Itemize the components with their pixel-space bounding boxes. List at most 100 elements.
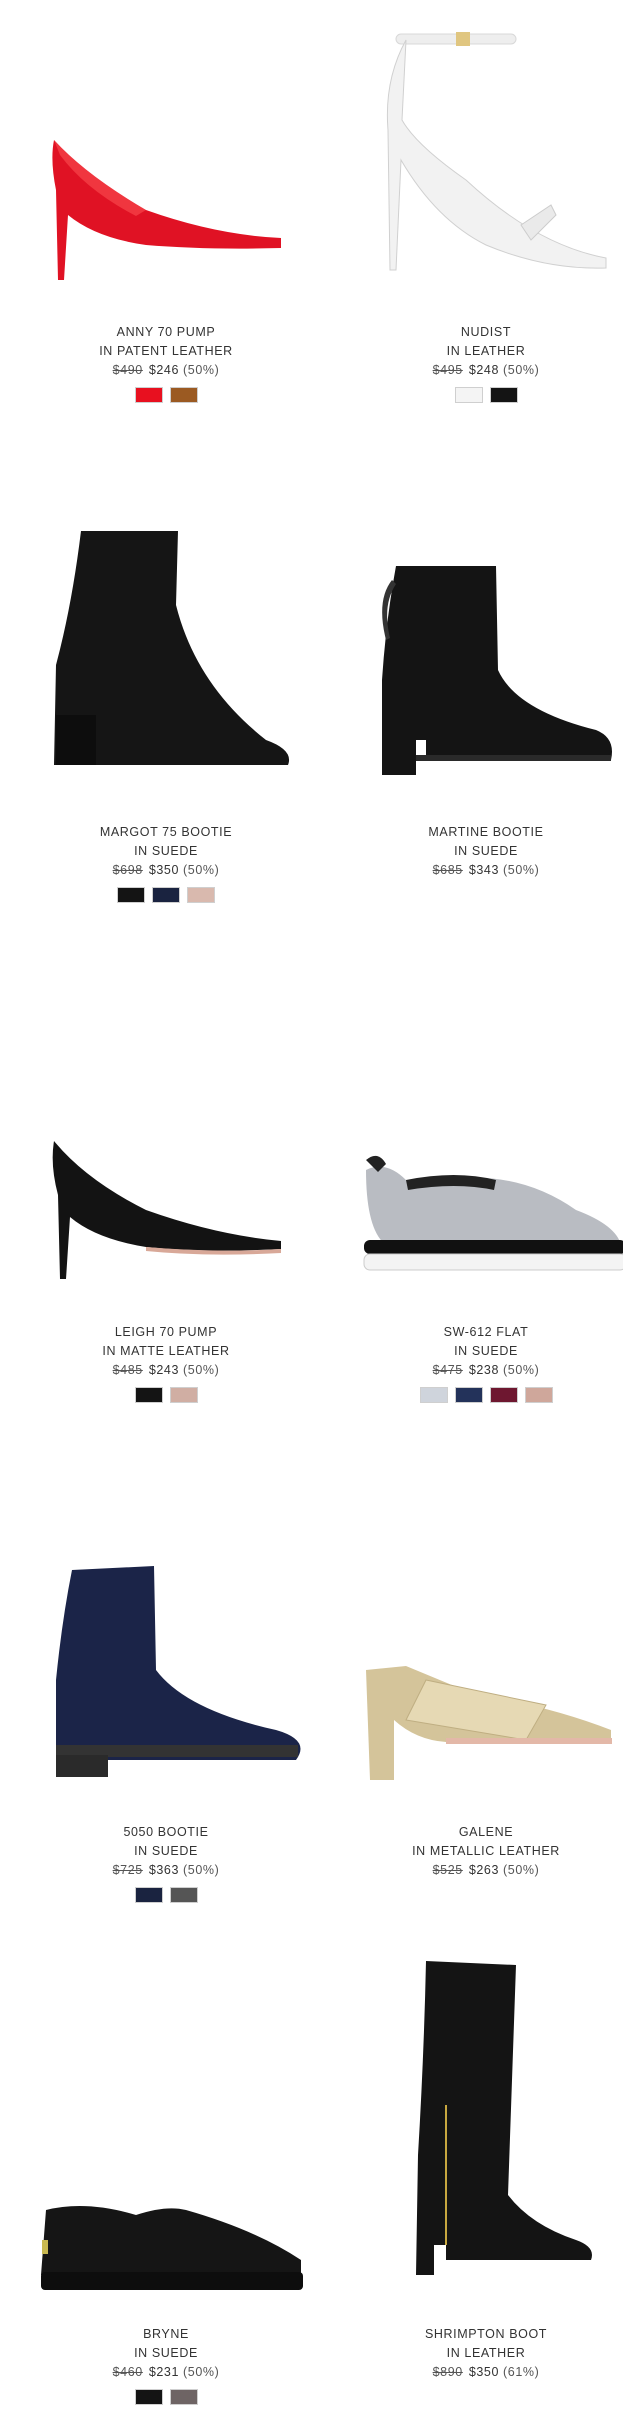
- original-price: $460: [112, 2365, 143, 2379]
- discount-percent: (50%): [183, 1863, 220, 1877]
- color-swatch[interactable]: [117, 887, 145, 903]
- original-price: $725: [112, 1863, 143, 1877]
- product-image[interactable]: [336, 1660, 623, 1785]
- product-material: IN MATTE LEATHER: [102, 1344, 230, 1358]
- product-image[interactable]: [336, 1955, 623, 2285]
- product-name[interactable]: MARTINE BOOTIE: [336, 823, 623, 842]
- color-swatch[interactable]: [134, 1887, 163, 1903]
- discount-percent: (61%): [503, 2365, 540, 2379]
- original-price: $890: [432, 2365, 463, 2379]
- original-price: $525: [432, 1863, 463, 1877]
- product-material: IN LEATHER: [446, 344, 526, 358]
- product-name[interactable]: MARGOT 75 BOOTIE: [16, 823, 316, 842]
- product-material: IN SUEDE: [134, 844, 198, 858]
- color-swatch[interactable]: [454, 1387, 483, 1403]
- sale-price: $350: [148, 863, 180, 877]
- color-swatch[interactable]: [134, 2389, 163, 2405]
- sale-price: $248: [468, 363, 500, 377]
- color-swatch[interactable]: [187, 887, 215, 903]
- sale-price: $246: [148, 363, 180, 377]
- sale-price: $238: [468, 1363, 500, 1377]
- color-swatches: [336, 1387, 623, 1403]
- product-image[interactable]: [16, 1135, 316, 1285]
- discount-percent: (50%): [183, 863, 220, 877]
- sale-price: $343: [468, 863, 500, 877]
- product-image[interactable]: [16, 1560, 316, 1785]
- product-image[interactable]: [16, 120, 316, 290]
- color-swatch[interactable]: [489, 387, 518, 403]
- red-pump-shoe-icon: [52, 140, 282, 280]
- product-material: IN SUEDE: [454, 844, 518, 858]
- sale-price: $231: [148, 2365, 180, 2379]
- color-swatches: [16, 887, 316, 903]
- black-knee-boot-icon: [416, 1961, 592, 2275]
- color-swatches: [16, 1387, 316, 1403]
- sale-price: $263: [468, 1863, 500, 1877]
- product-material: IN METALLIC LEATHER: [412, 1844, 560, 1858]
- color-swatch[interactable]: [454, 387, 483, 403]
- product-price: $475 $238 (50%): [336, 1361, 623, 1380]
- discount-percent: (50%): [183, 1363, 220, 1377]
- product-image[interactable]: [16, 525, 316, 785]
- product-price: $685 $343 (50%): [336, 861, 623, 880]
- original-price: $495: [432, 363, 463, 377]
- color-swatch[interactable]: [524, 1387, 553, 1403]
- product-price: $485 $243 (50%): [16, 1361, 316, 1380]
- discount-percent: (50%): [503, 363, 540, 377]
- product-price: $890 $350 (61%): [336, 2363, 623, 2382]
- product-name[interactable]: SW-612 FLAT: [336, 1323, 623, 1342]
- product-material: IN SUEDE: [454, 1344, 518, 1358]
- product-price: $460 $231 (50%): [16, 2363, 316, 2382]
- product-material: IN LEATHER: [446, 2346, 526, 2360]
- color-swatch[interactable]: [489, 1387, 518, 1403]
- product-material: IN SUEDE: [134, 1844, 198, 1858]
- original-price: $698: [112, 863, 143, 877]
- product-image[interactable]: [336, 20, 623, 290]
- original-price: $490: [112, 363, 143, 377]
- color-swatch[interactable]: [419, 1387, 448, 1403]
- product-image[interactable]: [16, 2180, 316, 2300]
- grey-sneaker-icon: [363, 1155, 623, 1271]
- product-name[interactable]: ANNY 70 PUMP: [16, 323, 316, 342]
- black-pump-shoe-icon: [52, 1141, 282, 1279]
- discount-percent: (50%): [183, 363, 220, 377]
- sale-price: $363: [148, 1863, 180, 1877]
- color-swatches: [16, 2389, 316, 2405]
- product-image[interactable]: [336, 1150, 623, 1285]
- product-price: $495 $248 (50%): [336, 361, 623, 380]
- product-name[interactable]: NUDIST: [336, 323, 623, 342]
- color-swatch[interactable]: [169, 1387, 198, 1403]
- color-swatch[interactable]: [134, 1387, 163, 1403]
- color-swatch[interactable]: [169, 387, 198, 403]
- black-sock-bootie-icon: [54, 531, 290, 765]
- discount-percent: (50%): [503, 1863, 540, 1877]
- product-name[interactable]: BRYNE: [16, 2325, 316, 2344]
- original-price: $475: [432, 1363, 463, 1377]
- product-name[interactable]: GALENE: [336, 1823, 623, 1842]
- sale-price: $243: [148, 1363, 180, 1377]
- product-name[interactable]: 5050 BOOTIE: [16, 1823, 316, 1842]
- black-ankle-bootie-icon: [382, 566, 612, 775]
- color-swatches: [16, 387, 316, 403]
- black-slip-on-icon: [41, 2206, 303, 2290]
- product-name[interactable]: LEIGH 70 PUMP: [16, 1323, 316, 1342]
- gold-mule-icon: [366, 1666, 612, 1780]
- color-swatches: [336, 387, 623, 403]
- color-swatch[interactable]: [152, 887, 180, 903]
- color-swatch[interactable]: [169, 1887, 198, 1903]
- color-swatch[interactable]: [169, 2389, 198, 2405]
- original-price: $485: [112, 1363, 143, 1377]
- product-material: IN PATENT LEATHER: [99, 344, 233, 358]
- white-strappy-sandal-icon: [386, 32, 607, 271]
- product-image[interactable]: [336, 560, 623, 785]
- product-price: $525 $263 (50%): [336, 1861, 623, 1880]
- discount-percent: (50%): [503, 1363, 540, 1377]
- original-price: $685: [432, 863, 463, 877]
- color-swatch[interactable]: [134, 387, 163, 403]
- product-price: $698 $350 (50%): [16, 861, 316, 880]
- sale-price: $350: [468, 2365, 500, 2379]
- discount-percent: (50%): [503, 863, 540, 877]
- color-swatches: [16, 1887, 316, 1903]
- product-name[interactable]: SHRIMPTON BOOT: [336, 2325, 623, 2344]
- product-price: $725 $363 (50%): [16, 1861, 316, 1880]
